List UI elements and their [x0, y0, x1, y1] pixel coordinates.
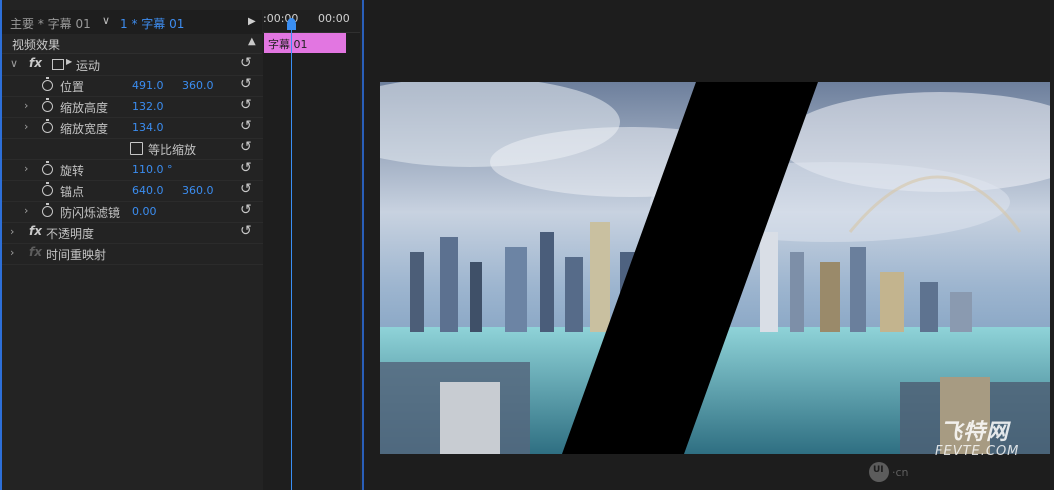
property-label: 锚点 [60, 185, 85, 199]
stopwatch-icon[interactable] [42, 182, 53, 196]
property-row-rotation: › 旋转 110.0 ° ↺ [2, 159, 264, 181]
expand-caret-icon[interactable]: › [24, 99, 28, 112]
reset-icon[interactable]: ↺ [240, 139, 252, 155]
effect-controls-tabbar: 主要 * 字幕 01 ∨ 1 * 字幕 01 ▶ [2, 10, 262, 35]
property-row-anchor: 锚点 640.0 360.0 ↺ [2, 180, 264, 202]
chevron-down-icon[interactable]: ∨ [102, 14, 110, 27]
expand-caret-icon[interactable]: › [24, 204, 28, 217]
effect-controls-panel: 主要 * 字幕 01 ∨ 1 * 字幕 01 ▶ 视频效果 ▲ ∨ fx ▶ 运… [0, 0, 362, 490]
effect-label: 运动 [76, 59, 101, 73]
reset-icon[interactable]: ↺ [240, 202, 252, 218]
city-frame-image [380, 82, 1050, 454]
property-row-scale-width: › 缩放宽度 134.0 ↺ [2, 117, 264, 139]
fx-badge-icon[interactable]: fx [29, 56, 42, 70]
expand-caret-icon[interactable]: › [24, 120, 28, 133]
reset-icon[interactable]: ↺ [240, 55, 252, 71]
stopwatch-icon[interactable] [42, 98, 53, 112]
anchor-x-value[interactable]: 640.0 [132, 184, 164, 197]
video-effects-title: 视频效果 [12, 38, 61, 52]
playhead-handle[interactable] [287, 18, 296, 30]
scale-width-value[interactable]: 134.0 [132, 121, 164, 134]
uniform-scale-checkbox[interactable] [130, 142, 143, 155]
stopwatch-icon[interactable] [42, 77, 53, 91]
property-label: 缩放宽度 [60, 122, 109, 136]
reset-icon[interactable]: ↺ [240, 118, 252, 134]
property-label: 等比缩放 [148, 143, 197, 157]
video-preview [380, 82, 1050, 454]
transform-box-icon[interactable] [52, 59, 64, 70]
title-clip[interactable]: 字幕 01 [264, 33, 346, 53]
reset-icon[interactable]: ↺ [240, 76, 252, 92]
effect-row-opacity[interactable]: › fx 不透明度 ↺ [2, 222, 264, 244]
tab-sequence-clip[interactable]: 1 * 字幕 01 [120, 15, 184, 32]
effect-row-time-remap[interactable]: › fx 时间重映射 [2, 243, 264, 265]
property-row-position: 位置 491.0 360.0 ↺ [2, 75, 264, 97]
property-label: 旋转 [60, 164, 85, 178]
effect-label: 时间重映射 [46, 248, 107, 262]
fx-badge-icon: fx [29, 245, 42, 259]
property-row-anti-flicker: › 防闪烁滤镜 0.00 ↺ [2, 201, 264, 223]
fevte-brand-en: FEVTE.COM [935, 444, 1020, 459]
reset-icon[interactable]: ↺ [240, 181, 252, 197]
video-effects-header: 视频效果 ▲ [2, 34, 262, 54]
rotation-value[interactable]: 110.0 ° [132, 163, 173, 176]
expand-caret-icon[interactable]: › [10, 225, 14, 238]
effect-label: 不透明度 [46, 227, 95, 241]
tab-master-clip[interactable]: 主要 * 字幕 01 [10, 15, 91, 32]
expand-caret-icon[interactable]: › [10, 246, 14, 259]
stopwatch-icon[interactable] [42, 119, 53, 133]
scale-height-value[interactable]: 132.0 [132, 100, 164, 113]
transform-arrow-icon: ▶ [66, 57, 73, 66]
reset-icon[interactable]: ↺ [240, 223, 252, 239]
property-row-scale-height: › 缩放高度 132.0 ↺ [2, 96, 264, 118]
fx-badge-icon[interactable]: fx [29, 224, 42, 238]
uicn-logo-icon: UI [869, 462, 889, 482]
time-ruler[interactable]: :00:00 00:00 [263, 10, 360, 33]
property-row-uniform-scale: 等比缩放 ↺ [2, 138, 264, 160]
clip-label: 字幕 01 [268, 38, 308, 51]
position-y-value[interactable]: 360.0 [182, 79, 214, 92]
effect-controls-timeline[interactable]: :00:00 00:00 字幕 01 [263, 10, 360, 490]
effect-row-motion[interactable]: ∨ fx ▶ 运动 ↺ [2, 54, 264, 76]
stopwatch-icon[interactable] [42, 203, 53, 217]
property-label: 位置 [60, 80, 85, 94]
expand-caret-icon[interactable]: › [24, 162, 28, 175]
playhead-line[interactable] [291, 28, 292, 490]
property-label: 缩放高度 [60, 101, 109, 115]
stopwatch-icon[interactable] [42, 161, 53, 175]
ruler-timecode-end: 00:00 [318, 12, 350, 25]
reset-icon[interactable]: ↺ [240, 97, 252, 113]
reset-icon[interactable]: ↺ [240, 160, 252, 176]
collapse-up-icon[interactable]: ▲ [248, 36, 256, 47]
fevte-brand-cn: 飞特网 [940, 420, 1010, 445]
anchor-y-value[interactable]: 360.0 [182, 184, 214, 197]
position-x-value[interactable]: 491.0 [132, 79, 164, 92]
property-label: 防闪烁滤镜 [60, 206, 121, 220]
uicn-logo-suffix: ·cn [892, 466, 909, 479]
play-triangle-icon[interactable]: ▶ [248, 16, 256, 27]
expand-caret-icon[interactable]: ∨ [10, 57, 18, 70]
anti-flicker-value[interactable]: 0.00 [132, 205, 157, 218]
